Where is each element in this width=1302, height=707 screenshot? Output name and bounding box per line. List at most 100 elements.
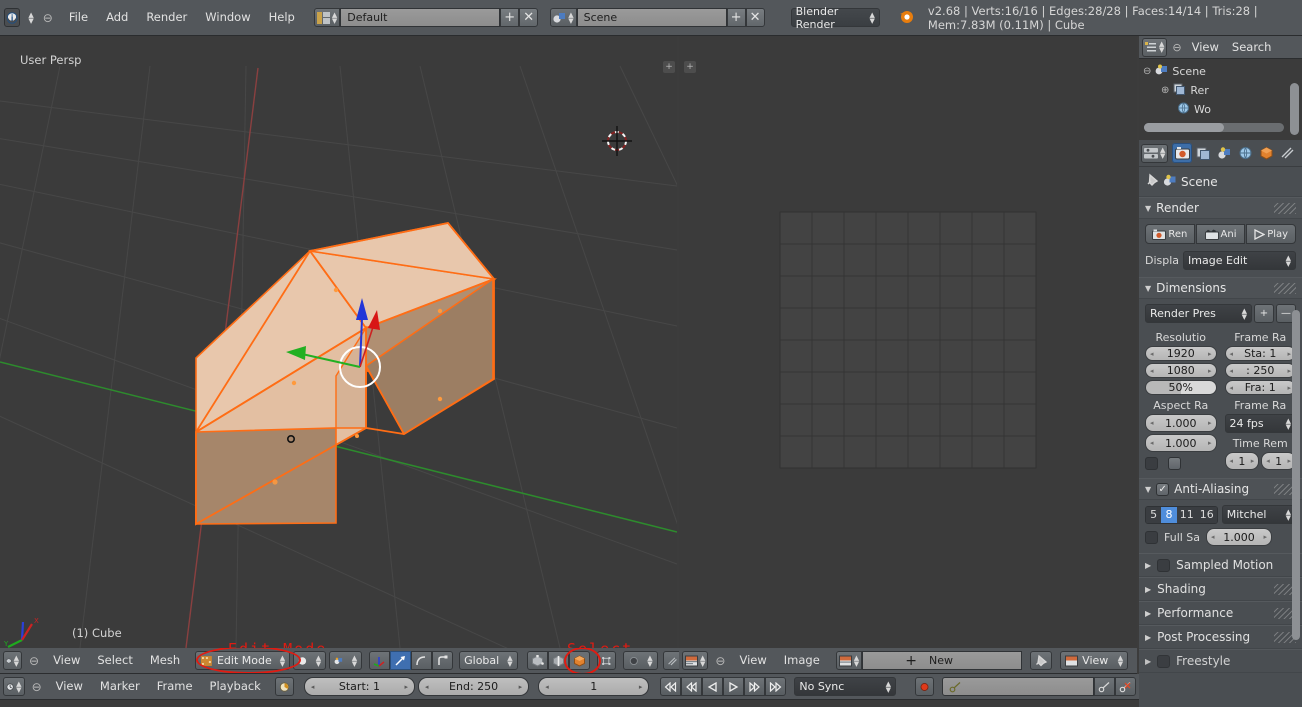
- new-image-button[interactable]: + New: [862, 651, 1023, 670]
- properties-editor[interactable]: ▲ ▼ Scene ▼ Render Ren Ani Play Displa I…: [1139, 140, 1302, 707]
- v3d-menu-select[interactable]: Select: [90, 651, 139, 670]
- panel-header-freestyle[interactable]: ▶ Freestyle: [1139, 649, 1302, 673]
- delete-screen-layout-button[interactable]: ✕: [519, 8, 539, 27]
- screen-layout-icon[interactable]: ▲ ▼: [313, 8, 341, 27]
- panel-grip[interactable]: [1274, 202, 1296, 214]
- screen-layout-field[interactable]: Default: [340, 8, 501, 27]
- pin-icon[interactable]: [1030, 651, 1053, 670]
- outliner-menu-view[interactable]: View: [1187, 39, 1224, 55]
- panel-header-dimensions[interactable]: ▼ Dimensions: [1139, 277, 1302, 299]
- aspect-x-field[interactable]: 1.000: [1145, 414, 1217, 432]
- record-icon[interactable]: [914, 677, 934, 696]
- resolution-x-field[interactable]: 1920: [1145, 346, 1217, 361]
- outliner-row-renderlayers[interactable]: ⊕ Rer: [1139, 81, 1302, 100]
- scale-manipulator-icon[interactable]: [432, 651, 454, 670]
- panel-header-post-processing[interactable]: ▶ Post Processing: [1139, 625, 1302, 649]
- expander-icon[interactable]: ⊕: [1161, 85, 1169, 96]
- menu-file[interactable]: File: [62, 8, 95, 27]
- v3d-menu-view[interactable]: View: [46, 651, 87, 670]
- render-border-checkbox[interactable]: [1145, 457, 1158, 470]
- editor-type-properties-icon[interactable]: ▲ ▼: [1141, 143, 1169, 163]
- collapse-menu-icon[interactable]: ⊖: [1170, 41, 1183, 54]
- tl-menu-playback[interactable]: Playback: [203, 677, 268, 696]
- start-frame-field[interactable]: Start: 1: [303, 677, 416, 696]
- current-frame-field[interactable]: 1: [538, 677, 650, 696]
- sync-mode-dropdown[interactable]: No Sync ▲ ▼: [794, 677, 896, 696]
- uv-menu-image[interactable]: Image: [777, 651, 827, 670]
- frame-step-field[interactable]: Fra: 1: [1224, 380, 1296, 395]
- toolshelf-expand-icon[interactable]: +: [663, 61, 675, 73]
- render-tab-icon[interactable]: [1172, 143, 1193, 163]
- panel-header-sampled-motion[interactable]: ▶ Sampled Motion: [1139, 553, 1302, 577]
- collapse-menu-icon[interactable]: ⊖: [25, 654, 43, 668]
- collapse-menu-icon[interactable]: ⊖: [28, 680, 46, 694]
- viewport-3d[interactable]: Y X User Persp (1) Cube + Edit Mode Sele…: [0, 36, 677, 648]
- auto-keyframe-icon[interactable]: [274, 677, 294, 696]
- v3d-menu-mesh[interactable]: Mesh: [143, 651, 187, 670]
- filter-size-field[interactable]: 1.000: [1206, 528, 1273, 546]
- topbar-spinner-icon[interactable]: ▲ ▼: [24, 11, 33, 24]
- translate-manipulator-icon[interactable]: [390, 651, 412, 670]
- aa-filter-dropdown[interactable]: Mitchel ▲ ▼: [1221, 505, 1296, 524]
- collapse-menu-icon[interactable]: ⊖: [711, 654, 729, 668]
- tl-menu-frame[interactable]: Frame: [150, 677, 200, 696]
- jump-to-prev-keyframe-icon[interactable]: [681, 677, 703, 696]
- insert-keyframe-icon[interactable]: [1093, 677, 1115, 696]
- menu-render[interactable]: Render: [139, 8, 194, 27]
- scene-tab-icon[interactable]: [1214, 143, 1234, 163]
- properties-scrollbar[interactable]: [1292, 310, 1300, 640]
- editor-type-outliner-icon[interactable]: ▲ ▼: [1142, 37, 1168, 57]
- render-image-button[interactable]: Ren: [1145, 224, 1195, 244]
- jump-to-start-icon[interactable]: [660, 677, 682, 696]
- add-scene-button[interactable]: +: [726, 8, 746, 27]
- aa-sample-5[interactable]: 5: [1146, 506, 1162, 523]
- render-animation-button[interactable]: Ani: [1195, 224, 1246, 244]
- tl-menu-marker[interactable]: Marker: [93, 677, 147, 696]
- uv-view-mode-dropdown[interactable]: View ▲ ▼: [1060, 651, 1129, 670]
- antialiasing-checkbox[interactable]: ✓: [1156, 482, 1170, 496]
- outliner-editor[interactable]: ▲ ▼ ⊖ View Search ⊖ Scene ⊕ Rer Wo: [1139, 36, 1302, 140]
- full-sample-checkbox[interactable]: [1145, 530, 1158, 544]
- manipulator-toggle-icon[interactable]: [369, 651, 391, 670]
- editor-type-uvimage-icon[interactable]: ▲ ▼: [682, 651, 709, 670]
- frame-end-field[interactable]: : 250: [1224, 363, 1296, 378]
- viewport-3d-canvas[interactable]: Y X: [0, 36, 677, 648]
- uv-menu-view[interactable]: View: [732, 651, 773, 670]
- world-tab-icon[interactable]: [1235, 143, 1255, 163]
- object-tab-icon[interactable]: [1256, 143, 1276, 163]
- play-reverse-icon[interactable]: [702, 677, 724, 696]
- jump-to-end-icon[interactable]: [765, 677, 787, 696]
- outliner-vertical-scrollbar[interactable]: [1290, 83, 1299, 135]
- texture-tab-icon[interactable]: [1277, 143, 1297, 163]
- time-remap-old-field[interactable]: 1: [1224, 452, 1260, 470]
- panel-grip[interactable]: [1274, 282, 1296, 294]
- outliner-row-scene[interactable]: ⊖ Scene: [1139, 62, 1302, 81]
- tl-menu-view[interactable]: View: [49, 677, 90, 696]
- frame-start-field[interactable]: Sta: 1: [1224, 346, 1296, 361]
- menu-add[interactable]: Add: [99, 8, 135, 27]
- end-frame-field[interactable]: End: 250: [418, 677, 530, 696]
- aa-sample-16[interactable]: 16: [1196, 506, 1217, 523]
- menu-window[interactable]: Window: [198, 8, 257, 27]
- aa-samples-segmented[interactable]: 5 8 11 16: [1145, 505, 1218, 524]
- panel-header-shading[interactable]: ▶ Shading: [1139, 577, 1302, 601]
- proportional-editing-dropdown[interactable]: ▲ ▼: [622, 651, 658, 670]
- panel-header-render[interactable]: ▼ Render: [1139, 197, 1302, 219]
- sampled-motion-checkbox[interactable]: [1157, 558, 1171, 572]
- freestyle-checkbox[interactable]: [1157, 654, 1171, 668]
- rotate-manipulator-icon[interactable]: [411, 651, 433, 670]
- properties-tab-row[interactable]: ▲ ▼: [1139, 140, 1302, 167]
- resolution-y-field[interactable]: 1080: [1145, 363, 1217, 378]
- add-screen-layout-button[interactable]: +: [500, 8, 520, 27]
- expander-icon[interactable]: ⊖: [1143, 66, 1151, 77]
- delete-keyframe-icon[interactable]: [1114, 677, 1136, 696]
- transform-orientation-dropdown[interactable]: Global ▲ ▼: [459, 651, 518, 670]
- editor-type-timeline-icon[interactable]: ▲ ▼: [3, 677, 25, 696]
- time-remap-new-field[interactable]: 1: [1261, 452, 1296, 470]
- panel-header-antialiasing[interactable]: ▼ ✓ Anti-Aliasing: [1139, 478, 1302, 500]
- browse-image-icon[interactable]: ▲ ▼: [835, 651, 863, 670]
- pin-icon[interactable]: [1145, 173, 1159, 190]
- menu-help[interactable]: Help: [262, 8, 302, 27]
- scene-name-field[interactable]: Scene: [576, 8, 727, 27]
- uv-image-editor[interactable]: +: [679, 36, 1137, 648]
